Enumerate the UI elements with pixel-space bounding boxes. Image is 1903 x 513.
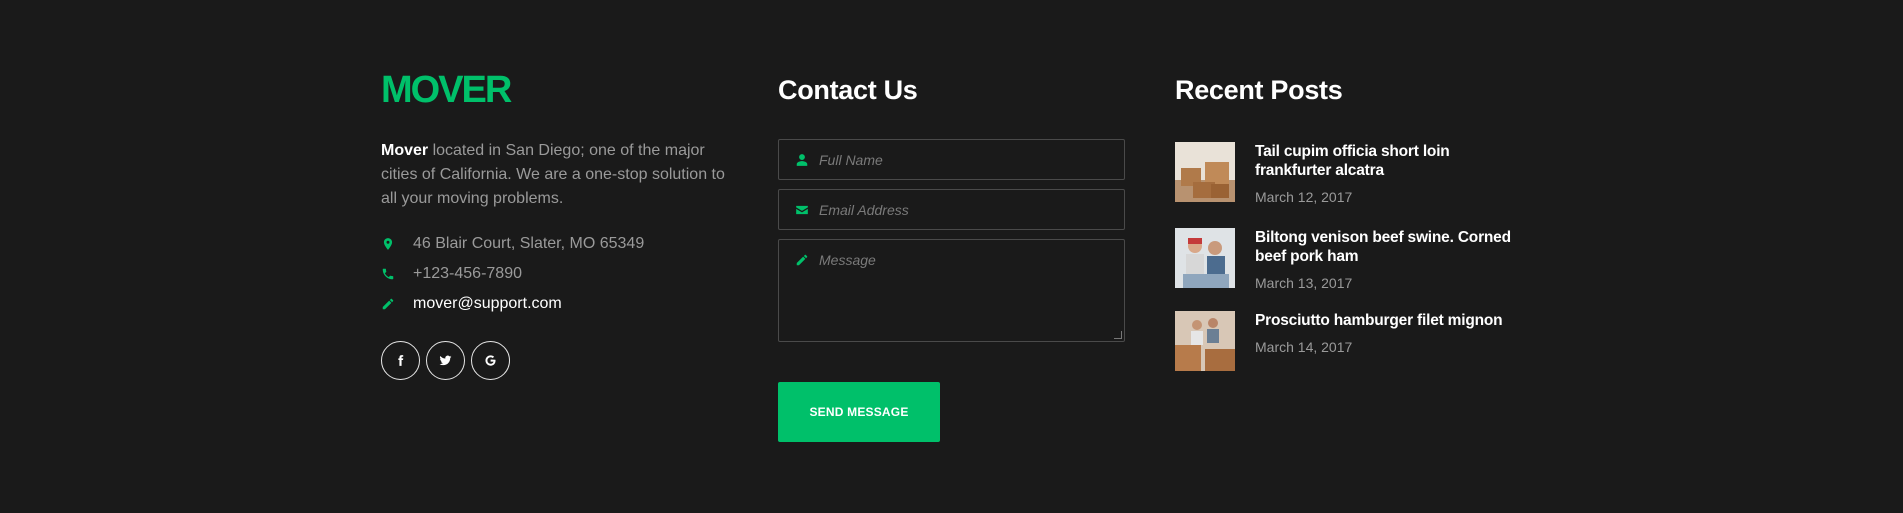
post-date: March 14, 2017 xyxy=(1255,339,1353,355)
about-column: MOVER Mover located in San Diego; one of… xyxy=(381,70,726,380)
about-description: Mover located in San Diego; one of the m… xyxy=(381,139,726,211)
resize-handle[interactable] xyxy=(1114,331,1122,339)
site-footer: MOVER Mover located in San Diego; one of… xyxy=(0,0,1903,513)
pencil-icon xyxy=(381,297,413,311)
contact-address: 46 Blair Court, Slater, MO 65349 xyxy=(381,229,726,259)
about-text: located in San Diego; one of the major c… xyxy=(381,142,725,207)
google-button[interactable] xyxy=(471,341,510,380)
post-thumbnail[interactable] xyxy=(1175,311,1235,371)
post-thumbnail[interactable] xyxy=(1175,228,1235,288)
message-field xyxy=(778,239,1125,342)
google-icon xyxy=(485,355,496,366)
contact-email-link[interactable]: mover@support.com xyxy=(413,295,562,313)
contact-address-text: 46 Blair Court, Slater, MO 65349 xyxy=(413,235,645,252)
message-input[interactable] xyxy=(779,240,1124,341)
contact-column: Contact Us SEND MESSAGE xyxy=(778,72,1125,442)
social-links xyxy=(381,341,726,380)
post-title[interactable]: Prosciutto hamburger filet mignon xyxy=(1255,311,1525,330)
full-name-field xyxy=(778,139,1125,180)
post-date: March 13, 2017 xyxy=(1255,275,1353,291)
contact-email: mover@support.com xyxy=(381,289,726,319)
post-info: Prosciutto hamburger filet mignon March … xyxy=(1255,311,1525,371)
recent-post-item[interactable]: Tail cupim officia short loin frankfurte… xyxy=(1175,142,1525,205)
contact-phone-text: +123-456-7890 xyxy=(413,265,522,282)
about-brand-name: Mover xyxy=(381,142,429,159)
contact-info-list: 46 Blair Court, Slater, MO 65349 +123-45… xyxy=(381,229,726,319)
contact-phone: +123-456-7890 xyxy=(381,259,726,289)
post-date: March 12, 2017 xyxy=(1255,189,1353,205)
email-input[interactable] xyxy=(779,190,1124,229)
recent-posts-column: Recent Posts Tail cupim officia short lo… xyxy=(1175,72,1535,371)
mover-logo[interactable]: MOVER xyxy=(381,70,536,106)
send-message-button[interactable]: SEND MESSAGE xyxy=(778,382,940,442)
post-title[interactable]: Biltong venison beef swine. Corned beef … xyxy=(1255,228,1525,266)
post-info: Tail cupim officia short loin frankfurte… xyxy=(1255,142,1525,205)
recent-post-item[interactable]: Prosciutto hamburger filet mignon March … xyxy=(1175,311,1525,371)
post-title[interactable]: Tail cupim officia short loin frankfurte… xyxy=(1255,142,1525,180)
twitter-button[interactable] xyxy=(426,341,465,380)
svg-text:MOVER: MOVER xyxy=(381,70,512,106)
contact-heading: Contact Us xyxy=(778,75,918,105)
full-name-input[interactable] xyxy=(779,140,1124,179)
recent-post-item[interactable]: Biltong venison beef swine. Corned beef … xyxy=(1175,228,1525,291)
recent-posts-heading: Recent Posts xyxy=(1175,75,1343,105)
post-thumbnail[interactable] xyxy=(1175,142,1235,202)
facebook-icon xyxy=(398,355,404,366)
twitter-icon xyxy=(439,355,452,366)
map-marker-icon xyxy=(381,237,413,251)
email-field xyxy=(778,189,1125,230)
phone-icon xyxy=(381,267,413,281)
post-info: Biltong venison beef swine. Corned beef … xyxy=(1255,228,1525,291)
facebook-button[interactable] xyxy=(381,341,420,380)
